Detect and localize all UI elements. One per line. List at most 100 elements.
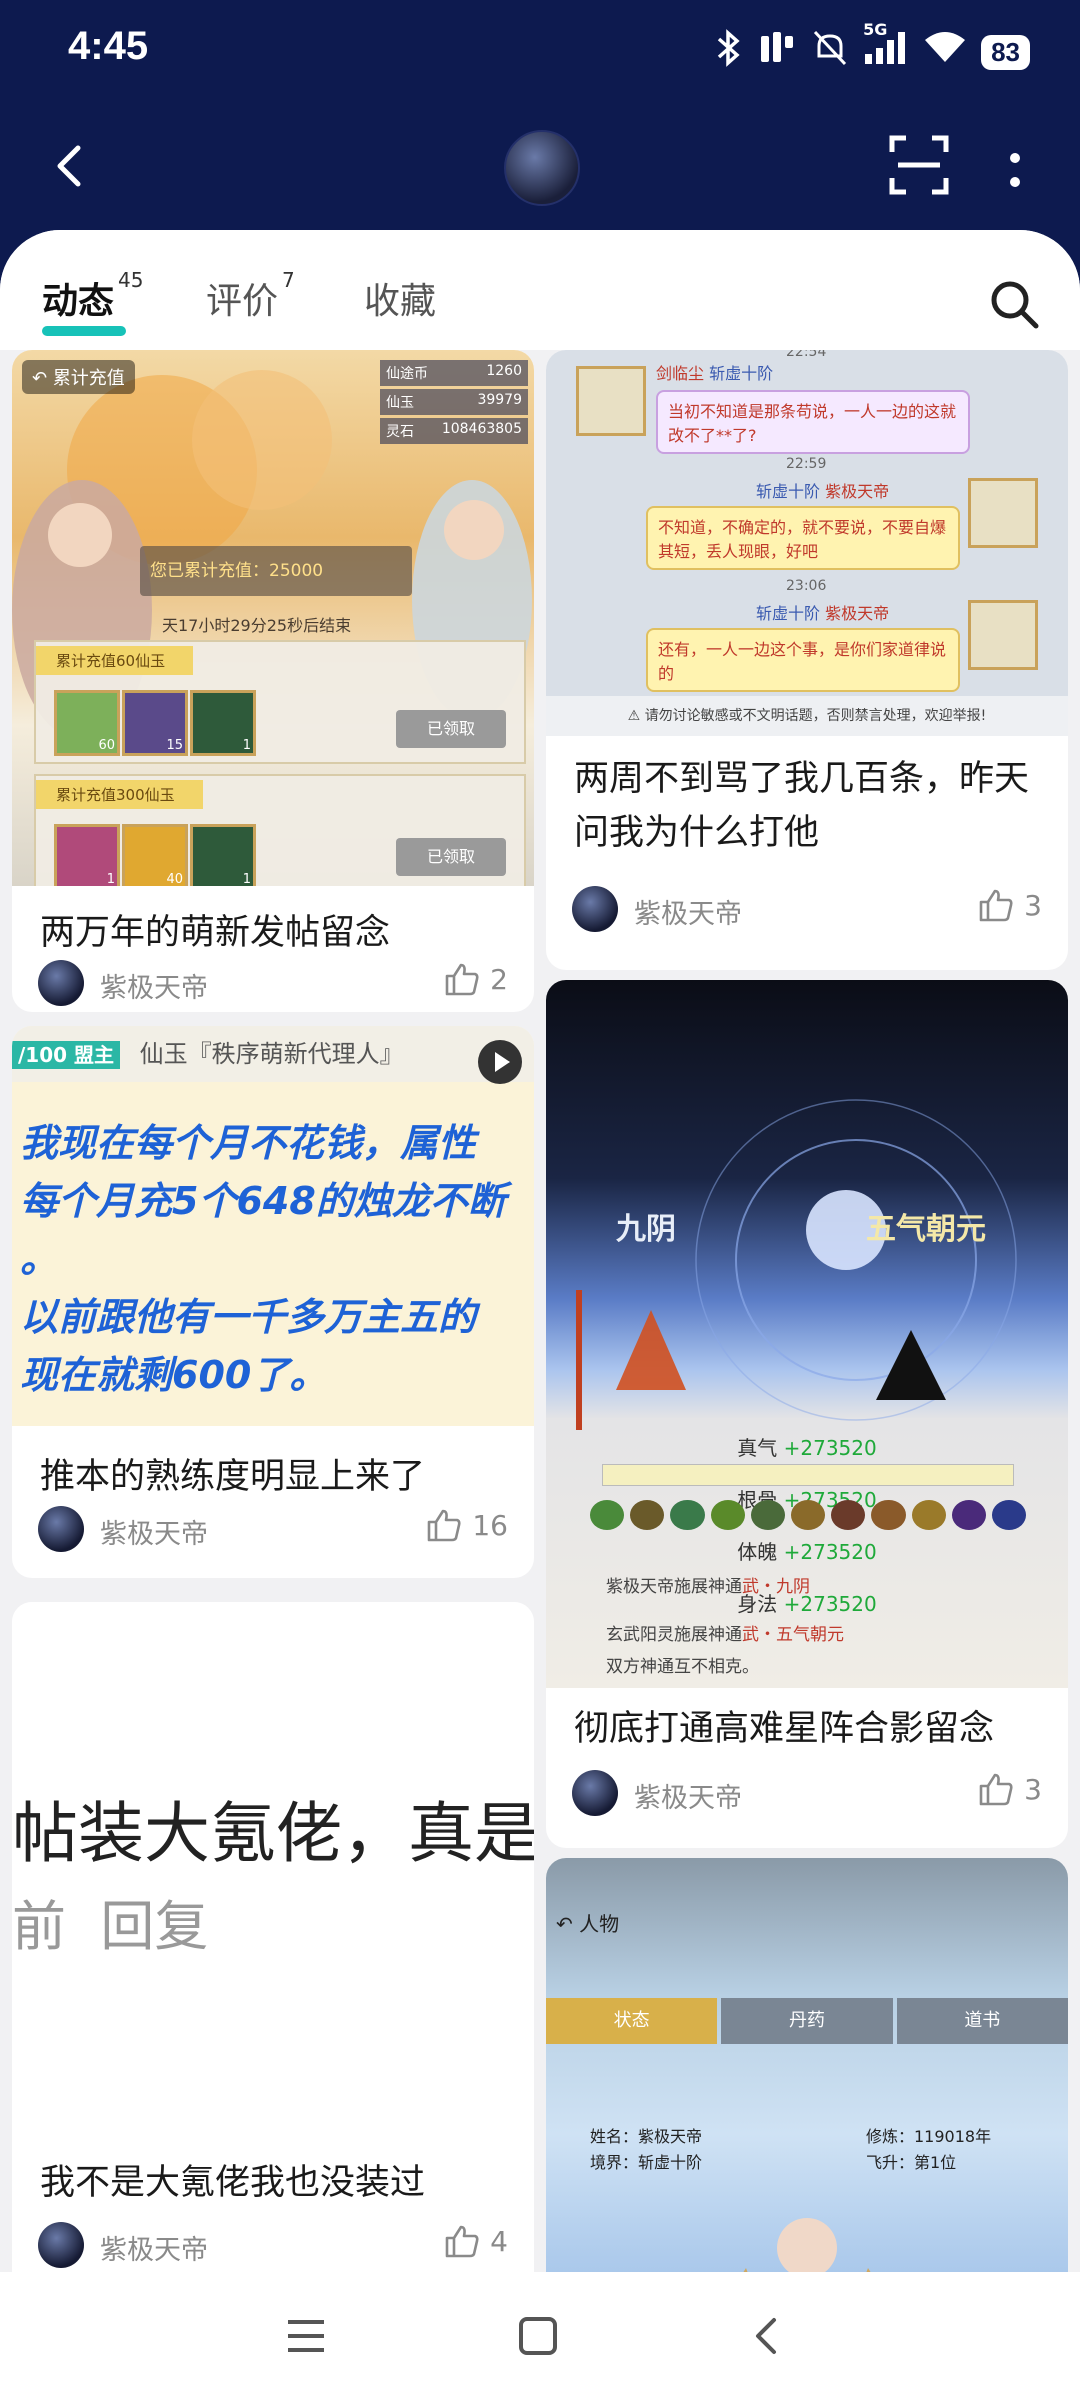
event-timer: 天17小时29分25秒后结束 bbox=[162, 616, 352, 635]
author-avatar[interactable] bbox=[38, 1506, 84, 1552]
warning-bar: ⚠ 请勿讨论敏感或不文明话题，否则禁言处理，欢迎举报! bbox=[546, 696, 1068, 736]
menu-icon bbox=[288, 2320, 324, 2352]
post-card[interactable]: 22:54 剑临尘 斩虚十阶 当初不知道是那条苟说，一人一边的这就改不了**了?… bbox=[546, 350, 1068, 970]
post-card[interactable]: 帖装大氪佬，真是 前 回复 我不是大氪佬我也没装过 紫极天帝 4 bbox=[12, 1602, 534, 2302]
tab-favorites[interactable]: 收藏 bbox=[364, 272, 436, 324]
home-square-icon bbox=[519, 2317, 557, 2355]
like-count: 16 bbox=[472, 1508, 508, 1542]
chat-avatar bbox=[576, 366, 646, 436]
post-meta: 紫极天帝 16 bbox=[38, 1504, 508, 1554]
post-card[interactable]: ↶ 累计充值 仙途币 1260 仙玉 39979 灵石 108463805 您已累计充… bbox=[12, 350, 534, 1012]
scan-button[interactable] bbox=[888, 134, 950, 196]
image-back-label: ↶ 累计充值 bbox=[22, 360, 135, 394]
post-card[interactable]: ↶ 人物 状态 丹药 道书 姓名：紫极天帝 境界：斩虚十阶 修炼：119018年… bbox=[546, 1858, 1068, 2318]
clock: 4:45 bbox=[68, 24, 149, 68]
progress-bar bbox=[602, 1464, 1014, 1486]
chat-avatar bbox=[968, 478, 1038, 548]
author-avatar[interactable] bbox=[38, 2222, 84, 2268]
post-title: 推本的熟练度明显上来了 bbox=[40, 1457, 426, 1497]
thumbs-up-icon bbox=[445, 963, 479, 996]
quoted-text: 我现在每个月不花钱，属性 每个月充5个648的烛龙不断 。 以前跟他有一千多万主… bbox=[20, 1121, 506, 1397]
post-card[interactable]: 九阴 五气朝元 真气 +273520 根骨 +273520 体魄 +273520… bbox=[546, 980, 1068, 1848]
group-avatar[interactable] bbox=[504, 130, 580, 206]
tab-reviews-label: 评价 bbox=[206, 281, 279, 322]
like-button[interactable]: 3 bbox=[978, 888, 1042, 922]
tab-posts-label: 动态 bbox=[42, 281, 115, 322]
post-image[interactable]: 九阴 五气朝元 真气 +273520 根骨 +273520 体魄 +273520… bbox=[546, 980, 1068, 1688]
like-button[interactable]: 4 bbox=[444, 2224, 508, 2258]
tab-posts-count: 45 bbox=[118, 268, 144, 292]
content-sheet: 动态45 评价7 收藏 ↶ 累计充值 仙途币 1260 仙玉 39979 灵石 … bbox=[0, 230, 1080, 2400]
like-count: 4 bbox=[490, 2224, 508, 2258]
thumbs-up-icon bbox=[979, 1773, 1013, 1806]
tab-bar: 动态45 评价7 收藏 bbox=[0, 230, 1080, 350]
more-vertical-icon bbox=[1010, 153, 1020, 187]
chat-avatar bbox=[968, 600, 1038, 670]
post-meta: 紫极天帝 4 bbox=[38, 2220, 508, 2270]
system-back-button[interactable] bbox=[746, 2314, 790, 2362]
search-button[interactable] bbox=[986, 276, 1042, 332]
status-bar: 4:45 5G 83 bbox=[0, 0, 1080, 110]
tab-favorites-label: 收藏 bbox=[364, 281, 437, 322]
post-image[interactable]: ↶ 人物 状态 丹药 道书 姓名：紫极天帝 境界：斩虚十阶 修炼：119018年… bbox=[546, 1858, 1068, 2318]
bluetooth-icon bbox=[713, 28, 743, 77]
like-count: 3 bbox=[1024, 1772, 1042, 1806]
thumbs-up-icon bbox=[428, 1509, 461, 1542]
author-name[interactable]: 紫极天帝 bbox=[100, 1512, 208, 1551]
recent-apps-button[interactable] bbox=[284, 2314, 328, 2362]
reward-tier-2: 累计充值300仙玉 1 40 1 已领取 bbox=[34, 774, 526, 886]
post-image[interactable]: 帖装大氪佬，真是 前 回复 bbox=[12, 1602, 534, 2122]
total-recharge-box: 您已累计充值：25000 bbox=[140, 546, 412, 596]
like-button[interactable]: 3 bbox=[978, 1772, 1042, 1806]
post-meta: 紫极天帝 2 bbox=[38, 958, 508, 1008]
home-button[interactable] bbox=[516, 2314, 560, 2362]
cellular-signal-icon: 5G bbox=[863, 20, 909, 77]
wifi-icon bbox=[923, 28, 967, 77]
post-image[interactable]: /100 盟主 仙玉『秩序萌新代理人』 我现在每个月不花钱，属性 每个月充5个6… bbox=[12, 1026, 534, 1426]
system-navigation-bar bbox=[0, 2272, 1080, 2400]
back-button[interactable] bbox=[42, 136, 102, 196]
character-tabs: 状态 丹药 道书 bbox=[546, 1998, 1068, 2044]
top-bar bbox=[0, 110, 1080, 230]
more-options-button[interactable] bbox=[1000, 140, 1030, 200]
author-name[interactable]: 紫极天帝 bbox=[100, 966, 208, 1005]
tab-posts[interactable]: 动态45 bbox=[42, 268, 143, 324]
post-meta: 紫极天帝 3 bbox=[572, 884, 1042, 934]
play-icon[interactable] bbox=[478, 1040, 522, 1084]
back-arrow-icon bbox=[57, 145, 81, 187]
post-image[interactable]: 22:54 剑临尘 斩虚十阶 当初不知道是那条苟说，一人一边的这就改不了**了?… bbox=[546, 350, 1068, 736]
mute-icon bbox=[811, 28, 849, 77]
author-name[interactable]: 紫极天帝 bbox=[100, 2228, 208, 2267]
post-meta: 紫极天帝 3 bbox=[572, 1768, 1042, 1818]
like-button[interactable]: 16 bbox=[426, 1508, 508, 1542]
post-title: 我不是大氪佬我也没装过 bbox=[40, 2163, 426, 2203]
thumbs-up-icon bbox=[445, 2225, 479, 2258]
wifi-calling-icon bbox=[757, 28, 797, 77]
author-name[interactable]: 紫极天帝 bbox=[634, 892, 742, 931]
search-icon bbox=[991, 281, 1039, 329]
back-chevron-icon bbox=[756, 2318, 776, 2354]
tab-reviews[interactable]: 评价7 bbox=[206, 268, 295, 324]
like-button[interactable]: 2 bbox=[444, 962, 508, 996]
author-avatar[interactable] bbox=[38, 960, 84, 1006]
thumbs-up-icon bbox=[979, 889, 1013, 922]
scan-icon bbox=[889, 135, 949, 195]
post-card[interactable]: /100 盟主 仙玉『秩序萌新代理人』 我现在每个月不花钱，属性 每个月充5个6… bbox=[12, 1026, 534, 1578]
author-avatar[interactable] bbox=[572, 1770, 618, 1816]
active-tab-indicator bbox=[42, 326, 126, 336]
resource-panel: 仙途币 1260 仙玉 39979 灵石 108463805 bbox=[380, 360, 528, 444]
author-name[interactable]: 紫极天帝 bbox=[634, 1776, 742, 1815]
author-avatar[interactable] bbox=[572, 886, 618, 932]
status-icons: 5G 83 bbox=[713, 20, 1030, 77]
post-image[interactable]: ↶ 累计充值 仙途币 1260 仙玉 39979 灵石 108463805 您已累计充… bbox=[12, 350, 534, 886]
post-title: 两周不到骂了我几百条，昨天问我为什么打他 bbox=[574, 759, 1030, 853]
network-type: 5G bbox=[863, 20, 888, 39]
like-count: 2 bbox=[490, 962, 508, 996]
like-count: 3 bbox=[1024, 888, 1042, 922]
skill-icons-row bbox=[590, 1500, 1027, 1530]
battery-indicator: 83 bbox=[981, 35, 1030, 70]
post-title: 两万年的萌新发帖留念 bbox=[40, 913, 391, 953]
image-back-label: ↶ 人物 bbox=[556, 1912, 620, 1936]
chat-header: /100 盟主 仙玉『秩序萌新代理人』 bbox=[12, 1026, 534, 1082]
reward-tier-1: 累计充值60仙玉 60 15 1 已领取 bbox=[34, 640, 526, 764]
